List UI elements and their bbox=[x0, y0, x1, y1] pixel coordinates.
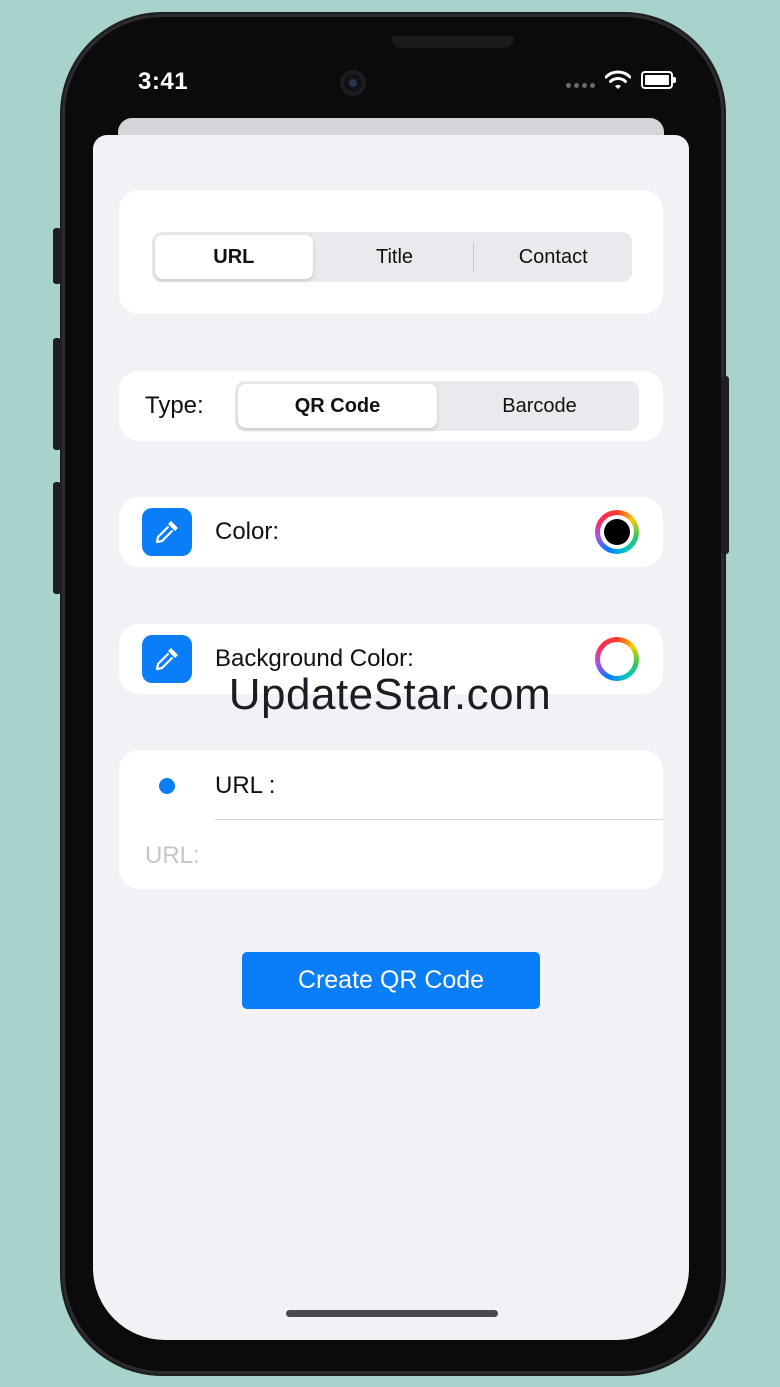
type-segmented-control[interactable]: QR Code Barcode bbox=[235, 381, 639, 431]
home-indicator bbox=[286, 1310, 498, 1317]
speaker-grille bbox=[392, 36, 514, 48]
status-icons bbox=[566, 70, 676, 90]
modal-sheet: URL Title Contact Type: QR Code Barcode … bbox=[93, 135, 689, 1340]
segment-url[interactable]: URL bbox=[155, 235, 313, 279]
color-well[interactable] bbox=[595, 510, 639, 554]
url-section-card: URL : URL: bbox=[119, 750, 663, 889]
color-row[interactable]: Color: bbox=[119, 497, 663, 567]
segment-contact[interactable]: Contact bbox=[474, 232, 632, 282]
type-card: Type: QR Code Barcode bbox=[119, 371, 663, 441]
segment-title[interactable]: Title bbox=[316, 232, 474, 282]
color-swatch bbox=[604, 519, 630, 545]
signal-dots-icon bbox=[566, 82, 595, 88]
background-color-swatch bbox=[604, 646, 630, 672]
content-type-card: URL Title Contact bbox=[119, 190, 663, 314]
watermark: UpdateStar.com bbox=[228, 670, 552, 719]
volume-down-button bbox=[53, 482, 61, 594]
url-input[interactable]: URL: bbox=[145, 842, 200, 870]
type-label: Type: bbox=[145, 392, 204, 419]
content-type-segmented-control[interactable]: URL Title Contact bbox=[152, 232, 632, 282]
wifi-icon bbox=[605, 70, 631, 89]
section-separator bbox=[215, 819, 663, 820]
volume-up-button bbox=[53, 338, 61, 450]
create-qr-code-button[interactable]: Create QR Code bbox=[242, 952, 540, 1009]
background-color-label: Background Color: bbox=[215, 645, 414, 672]
front-camera bbox=[340, 70, 366, 96]
eyedropper-icon bbox=[142, 508, 192, 556]
segment-qr-code[interactable]: QR Code bbox=[238, 384, 437, 428]
segment-barcode[interactable]: Barcode bbox=[440, 381, 639, 431]
url-section-header: URL : bbox=[215, 772, 276, 799]
bullet-icon bbox=[159, 778, 175, 794]
status-time: 3:41 bbox=[138, 68, 189, 95]
power-button bbox=[721, 376, 729, 554]
color-label: Color: bbox=[215, 518, 280, 545]
mute-switch bbox=[53, 228, 61, 284]
battery-icon bbox=[641, 71, 676, 89]
